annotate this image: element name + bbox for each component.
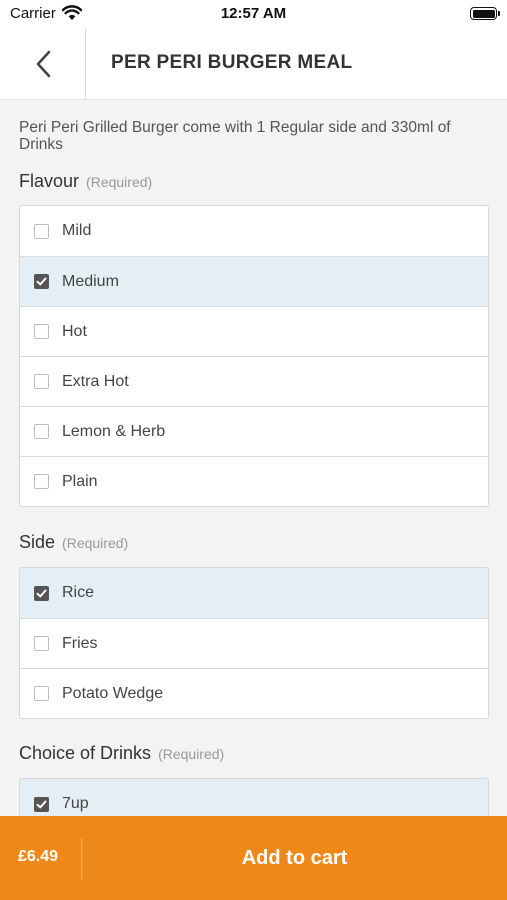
- flavour-options: Mild Medium Hot Extra Hot Lemon & Herb P…: [19, 205, 489, 507]
- option-label: Lemon & Herb: [62, 422, 166, 440]
- option-mild[interactable]: Mild: [20, 206, 488, 256]
- option-label: Fries: [62, 634, 98, 652]
- meal-description: Peri Peri Grilled Burger come with 1 Reg…: [19, 119, 451, 153]
- checkbox[interactable]: [34, 324, 49, 339]
- option-lemon-herb[interactable]: Lemon & Herb: [20, 406, 488, 456]
- option-label: Rice: [62, 584, 95, 601]
- check-icon: [36, 277, 47, 286]
- back-button[interactable]: [0, 28, 86, 100]
- checkbox[interactable]: [34, 424, 49, 439]
- check-icon: [36, 800, 47, 808]
- drinks-options: 7up: [19, 778, 489, 816]
- side-options: Rice Fries Potato Wedge: [19, 567, 489, 719]
- section-title-text: Choice of Drinks: [19, 743, 152, 763]
- option-label: Potato Wedge: [62, 684, 164, 702]
- page-title: PER PERI BURGER MEAL: [111, 52, 353, 73]
- required-tag: (Required): [158, 746, 225, 762]
- option-hot[interactable]: Hot: [20, 306, 488, 356]
- option-plain[interactable]: Plain: [20, 456, 488, 506]
- chevron-left-icon: [36, 50, 50, 78]
- checkbox[interactable]: [34, 636, 49, 651]
- checkbox[interactable]: [34, 374, 49, 389]
- option-label: Plain: [62, 472, 98, 490]
- option-extra-hot[interactable]: Extra Hot: [20, 356, 488, 406]
- status-bar: Carrier 12:57 AM: [0, 0, 507, 28]
- option-fries[interactable]: Fries: [20, 618, 488, 668]
- option-label: Hot: [62, 322, 87, 340]
- option-medium[interactable]: Medium: [20, 256, 488, 306]
- battery-icon: [470, 7, 500, 20]
- section-title-text: Side: [19, 532, 56, 552]
- option-label: Mild: [62, 222, 92, 239]
- nav-bar: PER PERI BURGER MEAL: [0, 28, 507, 100]
- check-icon: [36, 589, 47, 597]
- required-tag: (Required): [62, 535, 129, 551]
- checkbox[interactable]: [34, 585, 49, 601]
- option-label: Medium: [62, 272, 119, 290]
- required-tag: (Required): [86, 174, 153, 190]
- checkbox[interactable]: [34, 223, 49, 239]
- add-to-cart-bar: £6.49 Add to cart: [0, 816, 507, 900]
- option-label: Extra Hot: [62, 372, 129, 390]
- checkbox[interactable]: [34, 796, 49, 812]
- status-time: 12:57 AM: [220, 5, 287, 22]
- section-title-drinks: Choice of Drinks (Required): [19, 743, 224, 764]
- checkbox[interactable]: [34, 274, 49, 289]
- option-label: 7up: [62, 795, 89, 812]
- add-to-cart-button[interactable]: Add to cart: [82, 816, 507, 900]
- checkbox[interactable]: [34, 474, 49, 489]
- options-content[interactable]: Peri Peri Grilled Burger come with 1 Reg…: [0, 100, 507, 816]
- section-title-side: Side (Required): [19, 532, 128, 553]
- section-title-flavour: Flavour (Required): [19, 171, 152, 192]
- option-rice[interactable]: Rice: [20, 568, 488, 618]
- checkbox[interactable]: [34, 686, 49, 701]
- total-price: £6.49: [18, 848, 59, 865]
- option-potato-wedge[interactable]: Potato Wedge: [20, 668, 488, 718]
- option-7up[interactable]: 7up: [20, 779, 488, 816]
- section-title-text: Flavour: [19, 171, 80, 191]
